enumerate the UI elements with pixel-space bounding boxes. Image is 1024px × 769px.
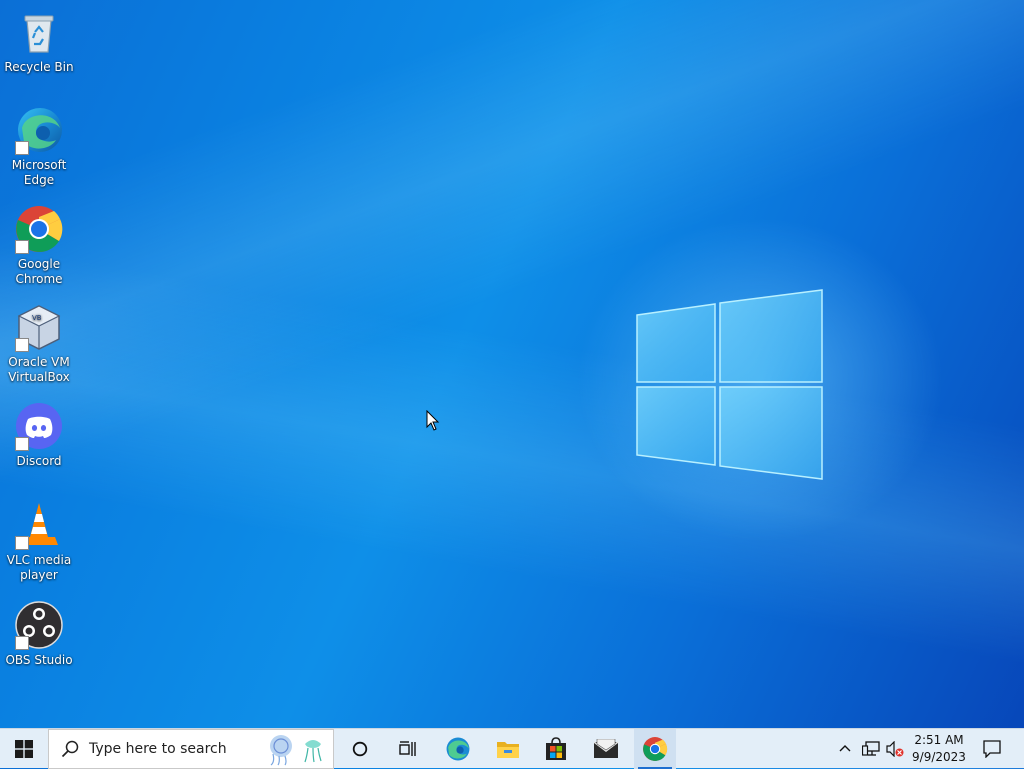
desktop[interactable]: Recycle Bin Microsoft Edge Google Chrome… (0, 0, 1024, 728)
clock-time: 2:51 AM (914, 733, 964, 747)
taskbar-store-button[interactable] (534, 729, 578, 769)
shortcut-arrow-icon (15, 636, 29, 650)
shortcut-arrow-icon (15, 240, 29, 254)
task-view-button[interactable] (386, 729, 430, 769)
start-button[interactable] (0, 729, 48, 769)
notification-center-button[interactable] (980, 729, 1004, 769)
desktop-icon-label: OBS Studio (5, 653, 73, 667)
mouse-cursor-icon (426, 410, 440, 431)
recycle-bin-icon (24, 15, 54, 53)
cortana-icon (352, 741, 368, 757)
file-explorer-icon (497, 742, 519, 758)
search-highlight-jellyfish-icon (270, 735, 322, 766)
shortcut-arrow-icon (15, 536, 29, 550)
taskbar-edge-button[interactable] (436, 729, 480, 769)
notification-center-icon (983, 740, 1001, 758)
desktop-icon-obs-studio[interactable]: OBS Studio (4, 601, 74, 668)
clock-date: 9/9/2023 (912, 750, 966, 764)
taskbar-mail-button[interactable] (584, 729, 628, 769)
shortcut-arrow-icon (15, 141, 29, 155)
taskbar-file-explorer-button[interactable] (486, 729, 530, 769)
desktop-icon-recycle-bin[interactable]: Recycle Bin (4, 8, 74, 75)
shortcut-arrow-icon (15, 437, 29, 451)
shortcut-arrow-icon (15, 338, 29, 352)
desktop-icon-label: Google Chrome (15, 257, 63, 286)
taskbar-search-box[interactable]: Type here to search (48, 729, 334, 769)
taskbar-clock[interactable]: 2:51 AM 9/9/2023 (906, 732, 972, 766)
desktop-icon-label: Oracle VM VirtualBox (8, 355, 70, 384)
chrome-icon (643, 737, 668, 761)
microsoft-store-icon (546, 737, 566, 760)
mail-icon (593, 739, 619, 758)
desktop-icon-vlc[interactable]: VLC media player (4, 501, 74, 583)
desktop-icon-label: Discord (16, 454, 62, 468)
desktop-icon-microsoft-edge[interactable]: Microsoft Edge (4, 106, 74, 188)
desktop-icon-virtualbox[interactable]: VB Oracle VM VirtualBox (4, 303, 74, 385)
windows-logo-wallpaper (636, 289, 823, 480)
show-hidden-icons-button[interactable] (838, 729, 852, 769)
volume-muted-icon (886, 741, 904, 757)
network-icon (862, 741, 880, 756)
desktop-icon-label: Microsoft Edge (11, 158, 67, 187)
desktop-icon-google-chrome[interactable]: Google Chrome (4, 205, 74, 287)
desktop-icon-label: Recycle Bin (4, 60, 74, 74)
search-icon (61, 740, 79, 758)
taskbar-chrome-button[interactable] (634, 729, 676, 769)
show-hidden-icons-chevron (839, 745, 851, 752)
desktop-icon-discord[interactable]: Discord (4, 402, 74, 469)
desktop-icon-label: VLC media player (6, 553, 72, 582)
cortana-button[interactable] (338, 729, 382, 769)
start-icon (15, 740, 33, 758)
task-view-icon (399, 741, 416, 756)
volume-button[interactable] (886, 729, 904, 769)
edge-icon (446, 737, 470, 761)
search-placeholder: Type here to search (89, 741, 227, 757)
svg-text:VB: VB (32, 314, 42, 322)
network-button[interactable] (862, 729, 880, 769)
taskbar: Type here to search 2:51 AM 9/9/2023 (0, 728, 1024, 769)
